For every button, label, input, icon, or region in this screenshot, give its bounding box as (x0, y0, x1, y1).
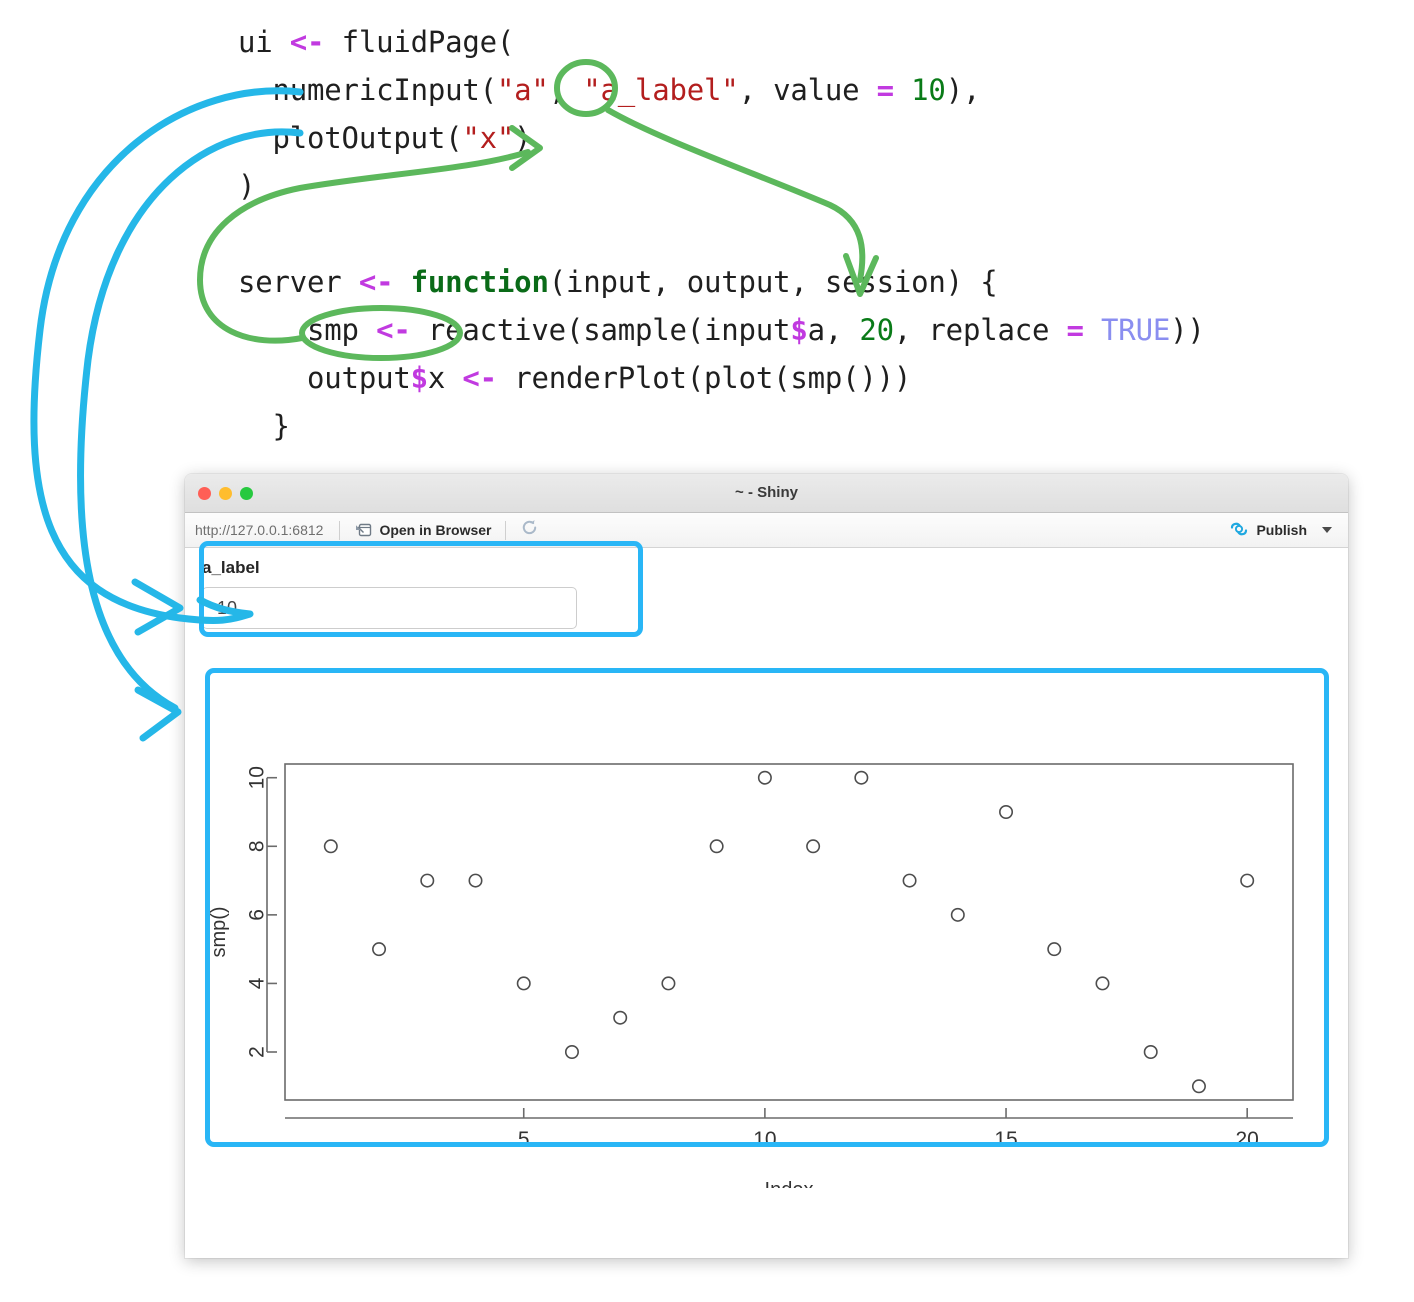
code-line-2: plotOutput("x") (238, 121, 532, 155)
cyan-arrowhead-1 (131, 578, 184, 636)
refresh-icon (520, 518, 539, 542)
code-line-3: ) (238, 169, 256, 203)
chevron-down-icon[interactable] (1322, 527, 1332, 533)
highlight-box-plot (205, 668, 1329, 1147)
code-line-8: } (238, 409, 290, 443)
window-titlebar: ~ - Shiny (185, 474, 1348, 513)
open-in-browser-button[interactable]: Open in Browser (344, 517, 501, 543)
refresh-button[interactable] (510, 518, 549, 542)
code-line-6: smp <- reactive(sample(input$a, 20, repl… (238, 313, 1205, 347)
code-line-1: numericInput("a", "a_label", value = 10)… (238, 73, 981, 107)
r-code-listing: ui <- fluidPage( numericInput("a", "a_la… (238, 18, 1205, 450)
highlight-box-input (199, 541, 643, 637)
publish-label: Publish (1256, 522, 1307, 538)
window-title: ~ - Shiny (735, 484, 798, 501)
x-axis-title: Index (765, 1179, 814, 1188)
open-in-browser-label: Open in Browser (379, 522, 492, 538)
code-line-7: output$x <- renderPlot(plot(smp())) (238, 361, 912, 395)
code-line-0: ui <- fluidPage( (238, 25, 515, 59)
toolbar-divider (339, 520, 341, 540)
toolbar-divider-2 (505, 520, 507, 540)
cyan-arrowhead-2 (134, 686, 182, 742)
app-url-label: http://127.0.0.1:6812 (195, 522, 324, 538)
publish-button[interactable]: Publish (1229, 520, 1338, 541)
external-window-icon (354, 522, 373, 538)
code-line-5: server <- function(input, output, sessio… (238, 265, 998, 299)
publish-icon (1229, 520, 1249, 541)
screenshot-root: ui <- fluidPage( numericInput("a", "a_la… (0, 0, 1414, 1302)
